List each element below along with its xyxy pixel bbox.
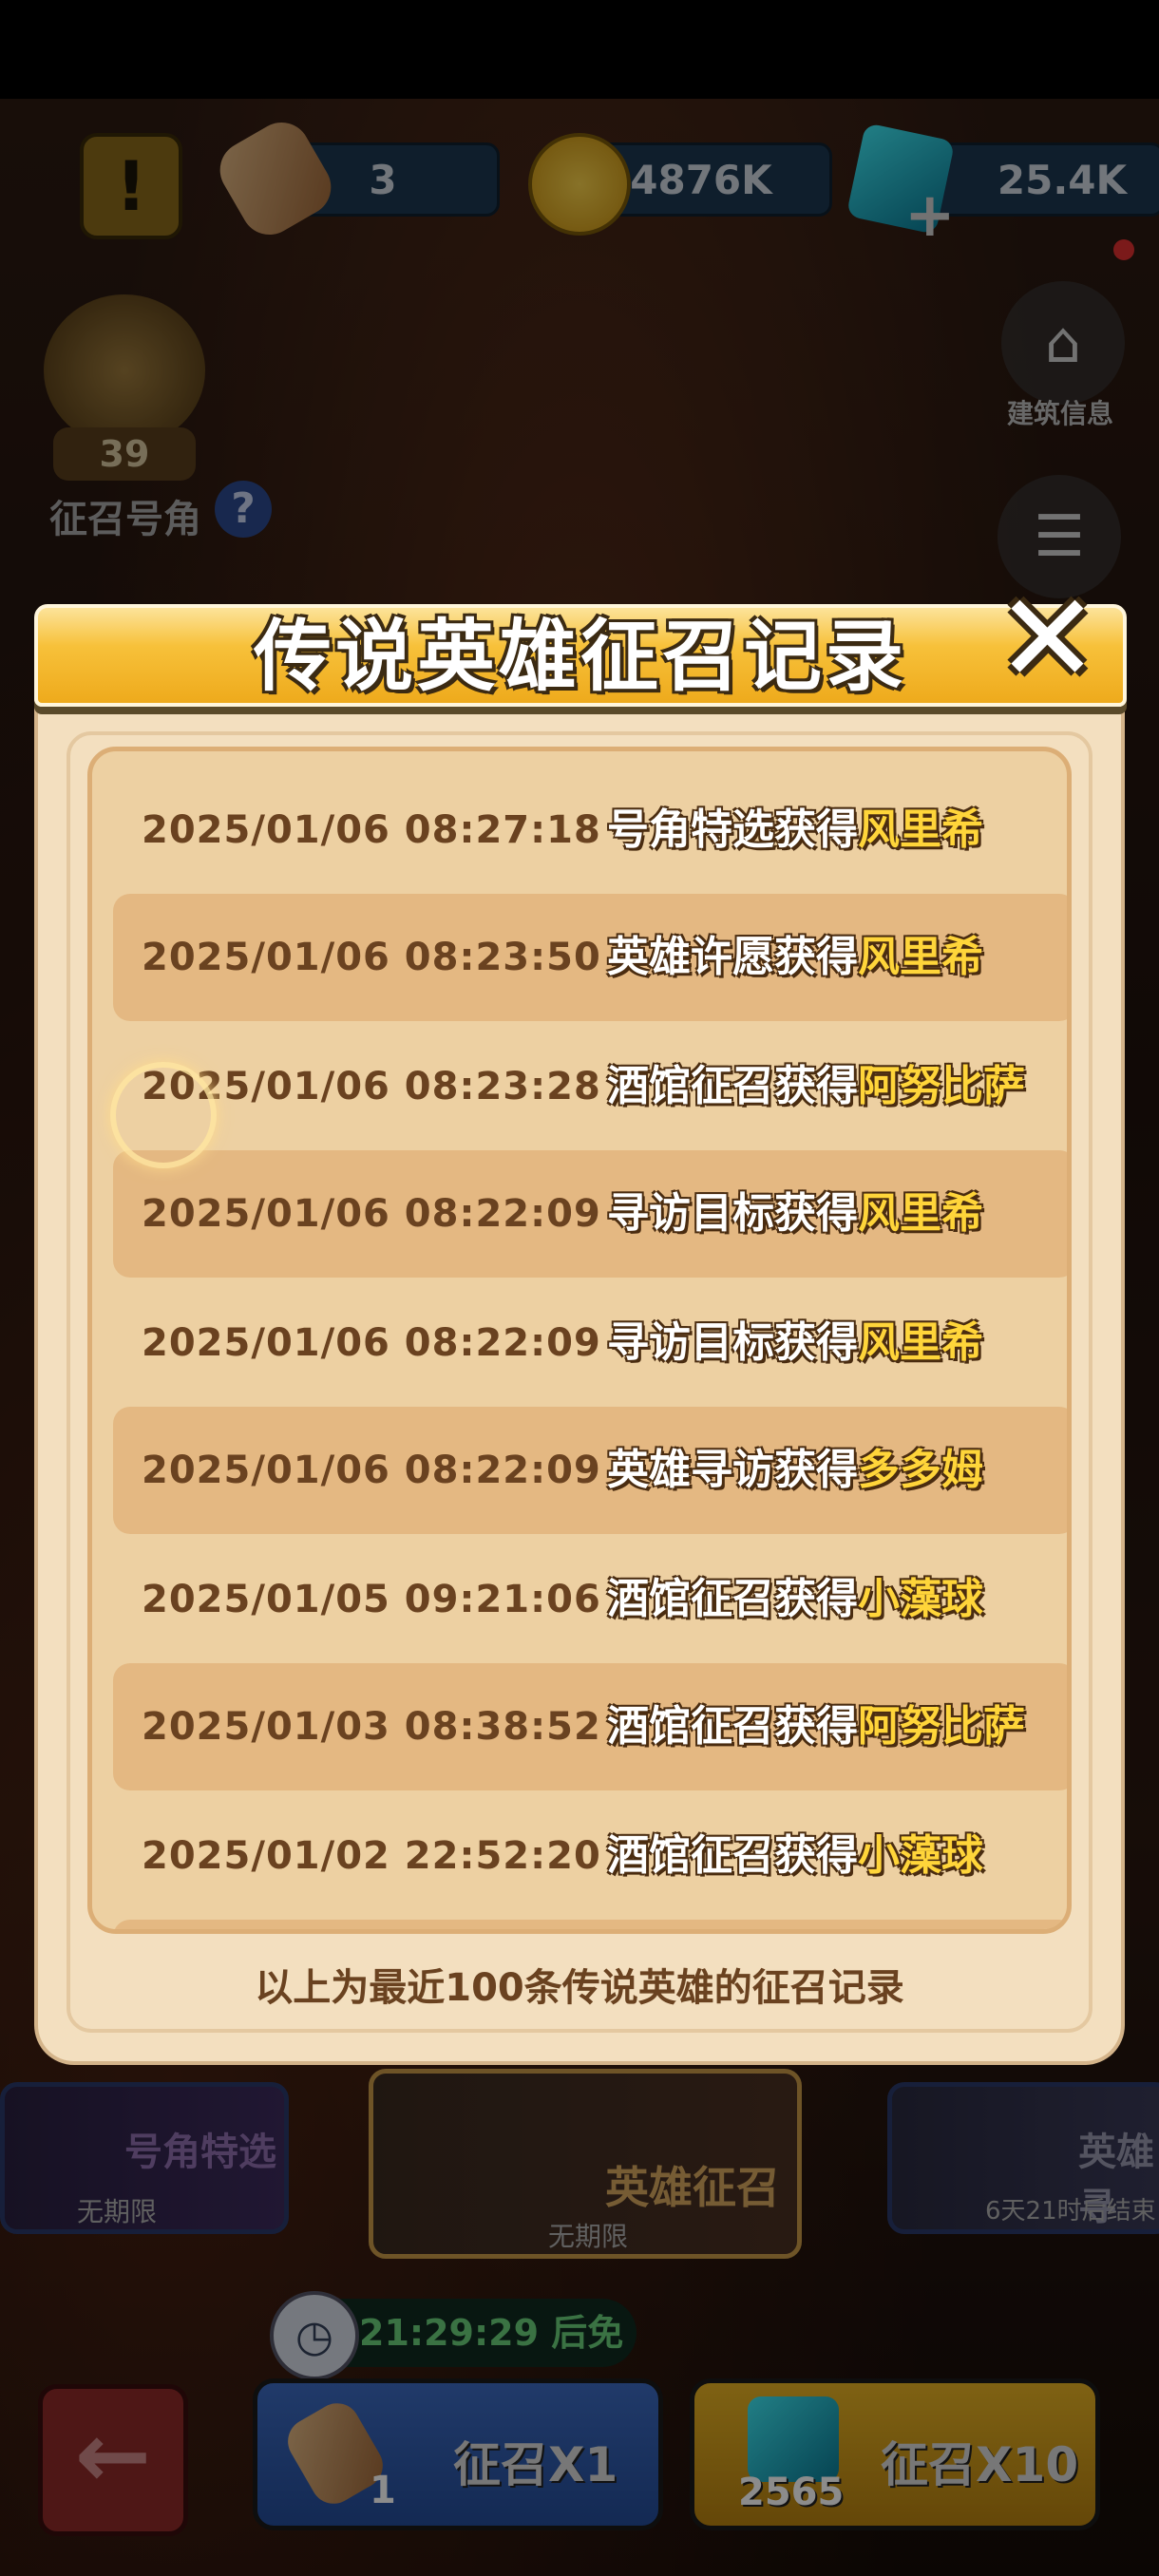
record-row: 2025/01/06 08:22:09 寻访目标获得风里希 <box>113 1279 1067 1407</box>
record-action: 英雄许愿获得 <box>607 933 858 981</box>
touch-indicator <box>110 1062 217 1168</box>
record-hero: 小藻球 <box>858 1831 983 1880</box>
record-hero: 风里希 <box>858 1189 983 1238</box>
record-list[interactable]: 2025/01/06 08:27:18 号角特选获得风里希 2025/01/06… <box>87 747 1072 1934</box>
record-action: 酒馆征召获得 <box>607 1702 858 1751</box>
record-row: 2025/01/06 08:22:09 英雄寻访获得多多姆 <box>113 1407 1067 1534</box>
record-action: 寻访目标获得 <box>607 1318 858 1367</box>
record-hero: 风里希 <box>858 933 983 981</box>
record-time: 2025/01/06 08:22:09 <box>142 1449 601 1492</box>
record-time: 2025/01/06 08:27:18 <box>142 808 601 852</box>
record-action: 酒馆征召获得 <box>607 1062 858 1110</box>
record-desc: 英雄寻访获得多多姆 <box>607 1407 983 1534</box>
status-bar <box>0 0 1159 99</box>
record-desc: 酒馆征召获得小藻球 <box>607 1536 983 1663</box>
record-action: 英雄寻访获得 <box>607 1446 858 1494</box>
record-hero: 阿努比萨 <box>858 1062 1025 1110</box>
record-desc: 酒馆征召获得小藻球 <box>607 1792 983 1920</box>
record-desc: 酒馆征召获得阿努比萨 <box>607 1663 1025 1790</box>
record-desc: 寻访目标获得风里希 <box>607 1150 983 1278</box>
record-hero: 小藻球 <box>858 1575 983 1623</box>
record-time: 2025/01/03 08:38:52 <box>142 1705 601 1749</box>
modal-title: 传说英雄征召记录 <box>253 612 907 702</box>
record-row: 2025/01/02 22:52:20 酒馆征召获得小藻球 <box>113 1792 1067 1920</box>
record-time: 2025/01/02 22:52:20 <box>142 1834 601 1878</box>
record-action: 酒馆征召获得 <box>607 1831 858 1880</box>
record-time: 2025/01/06 08:22:09 <box>142 1192 601 1236</box>
record-row: 2025/01/03 08:38:52 酒馆征召获得阿努比萨 <box>113 1663 1067 1790</box>
record-desc: 寻访目标获得风里希 <box>607 1279 983 1407</box>
close-button[interactable]: ✕ <box>996 577 1099 700</box>
record-hero: 多多姆 <box>858 1446 983 1494</box>
record-hero: 风里希 <box>858 1318 983 1367</box>
record-time: 2025/01/06 08:22:09 <box>142 1321 601 1365</box>
record-time: 2025/01/05 09:21:06 <box>142 1578 601 1621</box>
record-action: 号角特选获得 <box>607 805 858 854</box>
record-time: 2025/01/06 08:23:50 <box>142 936 601 979</box>
record-action: 酒馆征召获得 <box>607 1575 858 1623</box>
modal-footer-note: 以上为最近100条传说英雄的征召记录 <box>255 1966 904 2010</box>
record-desc: 酒馆征召获得阿努比萨 <box>607 1023 1025 1150</box>
record-row: 2025/01/06 08:23:28 酒馆征召获得阿努比萨 <box>113 1023 1067 1150</box>
record-row: 2025/01/05 09:21:06 酒馆征召获得小藻球 <box>113 1536 1067 1663</box>
record-hero: 风里希 <box>858 805 983 854</box>
record-row: 2025/01/06 08:27:18 号角特选获得风里希 <box>113 767 1067 894</box>
record-row-partial <box>113 1920 1067 1929</box>
record-action: 寻访目标获得 <box>607 1189 858 1238</box>
record-row: 2025/01/06 08:22:09 寻访目标获得风里希 <box>113 1150 1067 1278</box>
record-desc: 号角特选获得风里希 <box>607 767 983 894</box>
record-desc: 英雄许愿获得风里希 <box>607 894 983 1021</box>
record-row: 2025/01/06 08:23:50 英雄许愿获得风里希 <box>113 894 1067 1021</box>
record-hero: 阿努比萨 <box>858 1702 1025 1751</box>
